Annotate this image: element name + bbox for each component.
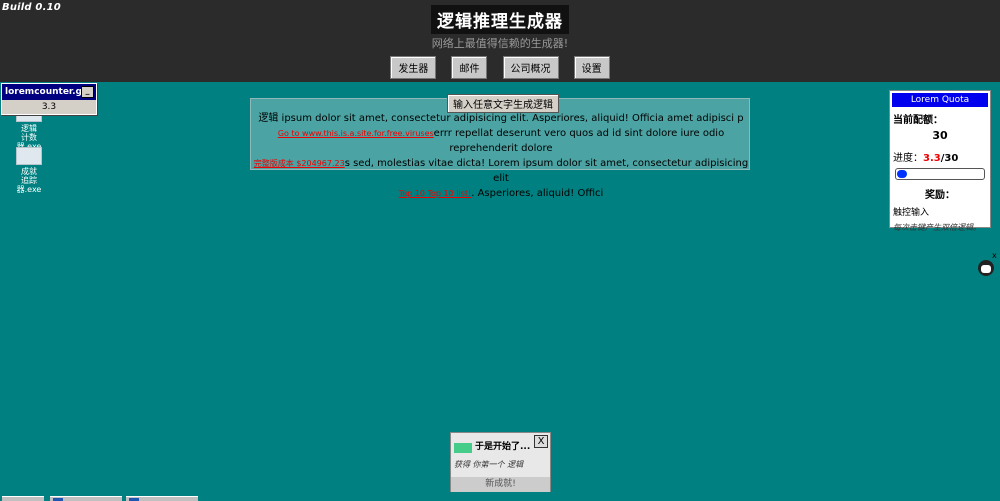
app-subtitle: 网络上最值得信赖的生成器!	[431, 37, 569, 50]
achievement-icon	[454, 443, 472, 453]
taskbar-start[interactable]	[2, 496, 44, 501]
minimize-icon[interactable]: _	[81, 86, 94, 98]
quota-panel: Lorem Quota 当前配额： 30 进度：3.3/30 奖励： 触控输入 …	[889, 90, 991, 232]
reward-description: 每次击键产生双倍逻辑。	[893, 223, 981, 232]
bot-icon[interactable]	[978, 260, 994, 276]
nav-company-button[interactable]: 公司概况	[502, 56, 559, 79]
text-line: 逻辑 ipsum dolor sit amet, consectetur adi…	[258, 113, 744, 124]
progress-label: 进度：	[893, 153, 923, 164]
label-line: 器.exe	[16, 185, 42, 194]
app-header: Build 0.10 逻辑推理生成器 网络上最值得信赖的生成器! 发生器 邮件 …	[0, 0, 1000, 82]
desktop-icon-achievements[interactable]: 成就 追踪 器.exe	[12, 147, 46, 194]
counter-value: 3.3	[41, 102, 57, 112]
counter-window[interactable]: loremcounter.gov _ 3.3	[1, 83, 97, 115]
label-line: 计数	[21, 133, 37, 142]
progress-row: 进度：3.3/30	[890, 149, 990, 164]
reward-label: 奖励：	[925, 190, 955, 201]
current-quota-value: 30	[932, 129, 948, 142]
text-fragment: . Asperiores, aliquid! Offici	[471, 188, 604, 199]
reward-name: 触控输入	[893, 208, 930, 218]
label-line: 追踪	[21, 176, 37, 185]
nav-mail-button[interactable]: 邮件	[451, 56, 488, 79]
close-icon[interactable]: x	[992, 251, 997, 260]
progress-bar	[895, 168, 985, 180]
folder-icon	[16, 147, 42, 165]
text-fragment: s sed, molestias vitae dicta! Lorem ipsu…	[344, 158, 749, 184]
logic-text: 逻辑 ipsum dolor sit amet, consectetur adi…	[251, 111, 751, 201]
progress-fill	[897, 170, 907, 178]
progress-total: /30	[940, 153, 959, 164]
nav-settings-button[interactable]: 设置	[573, 56, 610, 79]
progress-value: 3.3	[923, 153, 941, 164]
full-version-link[interactable]: 完整版成本 $204967.23	[254, 159, 345, 168]
logic-text-panel: 输入任意文字生成逻辑 逻辑 ipsum dolor sit amet, cons…	[250, 94, 750, 199]
label-line: 逻辑	[21, 124, 37, 133]
virus-link[interactable]: Go to www.this.is.a.site.for.free.viruse…	[278, 129, 434, 138]
nav-generator-button[interactable]: 发生器	[390, 56, 437, 79]
app-title: 逻辑推理生成器	[431, 5, 569, 34]
close-icon[interactable]: X	[534, 435, 548, 448]
text-line: 完整版成本 $204967.23s sed, molestias vitae d…	[251, 156, 751, 186]
title-wrap: 逻辑推理生成器	[0, 5, 1000, 34]
desktop-icon-label: 成就 追踪 器.exe	[12, 167, 46, 194]
bot-face	[981, 265, 991, 273]
label-line: 成就	[21, 167, 37, 176]
taskbar-item[interactable]	[126, 496, 198, 501]
achievement-notification: 于是开始了... X 获得 你第一个 逻辑 新成就!	[450, 432, 551, 492]
notification-footer: 新成就!	[451, 477, 550, 492]
counter-titlebar[interactable]: loremcounter.gov _	[2, 84, 96, 100]
top10-link[interactable]: Top 10 Top 10 list!	[399, 189, 472, 198]
current-quota-label: 当前配额：	[893, 115, 943, 126]
taskbar-item[interactable]	[50, 496, 122, 501]
text-line: Top 10 Top 10 list!. Asperiores, aliquid…	[251, 186, 751, 201]
text-line: Go to www.this.is.a.site.for.free.viruse…	[251, 126, 751, 156]
nav-bar: 发生器 邮件 公司概况 设置	[0, 56, 1000, 79]
quota-header: Lorem Quota	[892, 93, 988, 107]
text-fragment: errr repellat deserunt vero quos ad id s…	[433, 128, 725, 154]
notification-title: 于是开始了...	[475, 442, 531, 452]
notification-body: 获得 你第一个 逻辑	[454, 460, 524, 469]
